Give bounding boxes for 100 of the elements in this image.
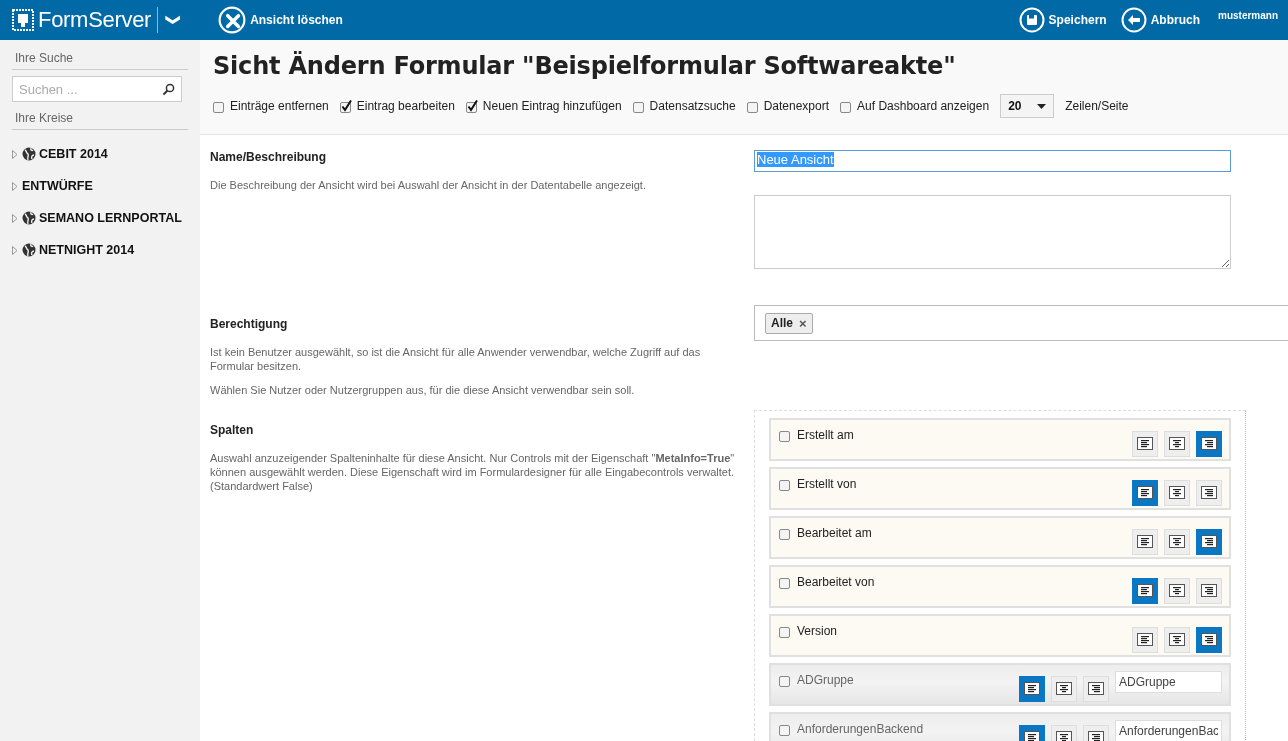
align-right-icon: [1201, 535, 1217, 549]
column-label: Version: [797, 623, 839, 638]
align-right-icon: [1201, 633, 1217, 647]
app-logo-text: FormServer: [38, 7, 152, 33]
option-label: Datenexport: [763, 99, 830, 113]
align-center-icon: [1169, 584, 1185, 598]
rows-per-page-dropdown[interactable]: 20: [1000, 94, 1055, 118]
circle-item[interactable]: CEBIT 2014: [39, 147, 108, 161]
description-text: Wählen Sie Nutzer oder Nutzergruppen aus, für die diese Ansicht verwendbar sein soll.: [210, 382, 636, 397]
checkbox[interactable]: [779, 673, 791, 687]
caret-icon: [1037, 103, 1047, 109]
search-icon: [162, 83, 175, 96]
checkbox[interactable]: [779, 722, 791, 736]
user-name[interactable]: mustermann: [1218, 10, 1278, 21]
align-right-icon: [1088, 682, 1104, 696]
option-label: Auf Dashboard anzeigen: [857, 99, 990, 113]
column-label: ADGruppe: [797, 672, 855, 687]
align-left-button[interactable]: [1132, 479, 1158, 506]
align-center-icon: [1169, 486, 1185, 500]
section-heading: Spalten: [210, 422, 255, 437]
column-label: Bearbeitet am: [797, 525, 873, 540]
align-left-icon: [1137, 535, 1153, 549]
description-text: Ist kein Benutzer ausgewählt, so ist die Ansicht für alle Anwender verwendbar, welche Zugriff auf das Formular besitzen.: [210, 345, 702, 374]
page-title: Sicht Ändern Formular "Beispielformular Softwareakte": [213, 52, 957, 80]
checkbox[interactable]: [632, 99, 645, 113]
align-left-icon: [1137, 584, 1153, 598]
description-text: Auswahl anzuzeigender Spalteninhalte für diese Ansicht. Nur Controls mit der Eigenschaft "MetaInfo=True" können ausgewählt werden. Diese Eigenschaft wird im Formulardesigner für alle Eingabecontrols verwaltet. (Standardwert False): [210, 450, 736, 494]
globe-icon: [22, 243, 36, 257]
section-heading: Berechtigung: [210, 317, 289, 331]
logo-icon: [12, 9, 34, 31]
expand-triangle-icon[interactable]: [11, 213, 19, 223]
align-center-button[interactable]: [1164, 528, 1190, 555]
description-text: Die Beschreibung der Ansicht wird bei Auswahl der Ansicht in der Datentabelle angezeigt.: [210, 178, 647, 193]
align-center-icon: [1169, 633, 1185, 647]
option-label: Eintrag bearbeiten: [356, 99, 455, 113]
checkbox[interactable]: [779, 624, 791, 638]
checkbox[interactable]: [779, 428, 791, 442]
align-right-button[interactable]: [1196, 626, 1222, 653]
section-heading: Name/Beschreibung: [210, 150, 328, 164]
column-label: Erstellt von: [797, 476, 858, 491]
checkbox[interactable]: [339, 99, 352, 113]
align-center-icon: [1169, 437, 1185, 451]
column-label: AnforderungenBackend: [797, 721, 925, 736]
align-right-icon: [1201, 486, 1217, 500]
column-label: Erstellt am: [797, 427, 855, 442]
align-left-icon: [1137, 633, 1153, 647]
checkbox[interactable]: [746, 99, 759, 113]
tag-label: Alle: [771, 316, 793, 330]
permission-select-field[interactable]: Alle ×: [754, 305, 1288, 341]
section-heading: Ihre Kreise: [12, 110, 188, 130]
section-heading: Ihre Suche: [12, 50, 188, 70]
option-label: Einträge entfernen: [230, 99, 329, 113]
column-caption-field[interactable]: ADGruppe: [1115, 670, 1222, 693]
globe-icon: [22, 211, 36, 225]
align-left-icon: [1024, 731, 1040, 741]
align-right-button[interactable]: [1196, 528, 1222, 555]
search-field[interactable]: Suchen ...: [12, 76, 182, 102]
close-circle-icon: [218, 6, 247, 34]
align-center-icon: [1169, 535, 1185, 549]
align-left-icon: [1137, 486, 1153, 500]
save-button[interactable]: Speichern: [1014, 7, 1111, 33]
option-label: Datensatzsuche: [649, 99, 736, 113]
checkbox[interactable]: [779, 575, 791, 589]
align-right-icon: [1201, 437, 1217, 451]
circle-item[interactable]: NETNIGHT 2014: [39, 243, 135, 257]
align-left-icon: [1024, 682, 1040, 696]
circle-item[interactable]: ENTWÜRFE: [22, 179, 93, 193]
align-center-button[interactable]: [1164, 626, 1190, 653]
align-right-button[interactable]: [1196, 430, 1222, 457]
option-label: Neuen Eintrag hinzufügen: [482, 99, 622, 113]
align-right-icon: [1201, 584, 1217, 598]
align-center-button[interactable]: [1164, 577, 1190, 604]
align-left-icon: [1137, 437, 1153, 451]
align-center-button[interactable]: [1164, 479, 1190, 506]
expand-triangle-icon[interactable]: [11, 245, 19, 255]
align-center-button[interactable]: [1051, 675, 1077, 702]
checkbox[interactable]: [779, 477, 791, 491]
globe-icon: [22, 147, 36, 161]
floppy-disk-icon: [1018, 7, 1045, 33]
align-left-button[interactable]: [1019, 675, 1045, 702]
checkbox[interactable]: [213, 99, 225, 113]
align-center-icon: [1056, 682, 1072, 696]
align-center-button[interactable]: [1164, 430, 1190, 457]
column-label: Bearbeitet von: [797, 574, 876, 589]
menu-caret-icon[interactable]: ❯: [166, 12, 183, 28]
delete-view-button[interactable]: Ansicht löschen: [214, 6, 347, 34]
checkbox[interactable]: [840, 99, 853, 113]
checkbox[interactable]: [779, 526, 791, 540]
cancel-button[interactable]: Abbruch: [1116, 7, 1204, 33]
rows-per-page-label: Zeilen/Seite: [1065, 99, 1129, 113]
column-caption-field[interactable]: AnforderungenBac: [1115, 719, 1222, 741]
align-center-icon: [1056, 731, 1072, 741]
expand-triangle-icon[interactable]: [11, 149, 19, 159]
checkbox[interactable]: [465, 99, 478, 113]
remove-tag-button[interactable]: ×: [799, 315, 807, 331]
left-arrow-circle-icon: [1120, 7, 1147, 33]
align-right-icon: [1088, 731, 1104, 741]
expand-triangle-icon[interactable]: [11, 181, 19, 191]
circle-item[interactable]: SEMANO LERNPORTAL: [39, 211, 182, 225]
align-left-button[interactable]: [1132, 577, 1158, 604]
